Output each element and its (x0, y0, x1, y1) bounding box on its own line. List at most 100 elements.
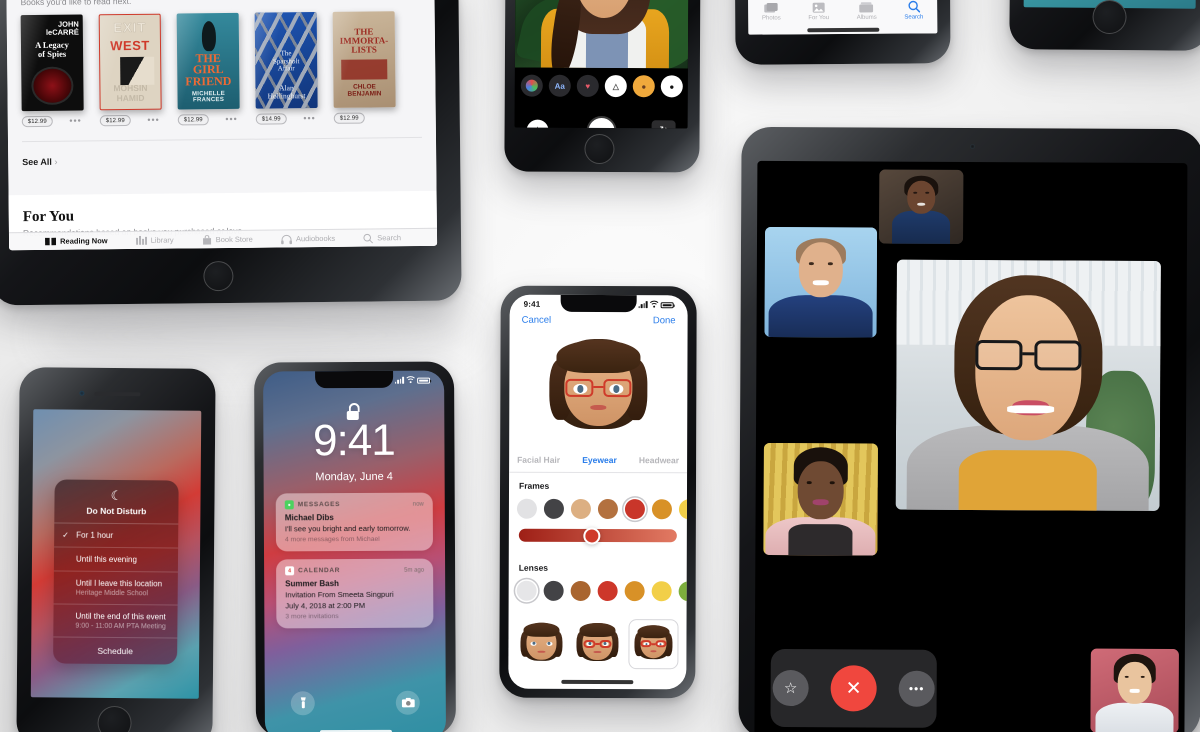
facetime-tile-left-upper[interactable] (764, 226, 878, 338)
flashlight-button[interactable] (290, 691, 315, 716)
lens-color-swatch-1[interactable] (543, 580, 564, 601)
home-indicator[interactable] (806, 27, 879, 33)
frame-color-swatch-5[interactable] (651, 499, 672, 520)
home-button[interactable] (1092, 0, 1127, 35)
camera-controls[interactable]: ✸ ↻ (514, 103, 688, 129)
tab-audiobooks[interactable]: Audiobooks (280, 233, 335, 244)
memoji-variant-red-glasses[interactable] (572, 619, 622, 669)
book-item[interactable]: THEIMMORTA-LISTS CHLOEBENJAMIN $12.99 ••… (332, 11, 396, 124)
iphone-memoji-editor-device[interactable]: 9:41 Cancel Done Facial Hair Eyewear Hea… (499, 285, 697, 699)
frames-color-slider[interactable] (518, 526, 677, 545)
see-all-row[interactable]: See All › (21, 136, 423, 171)
ipad-books-screen[interactable]: Want To Read Books you'd like to read ne… (6, 0, 438, 251)
effects-button[interactable]: ☆ (772, 669, 809, 707)
iphone-lock-screen-device[interactable]: 9:41 Monday, June 4 ● MESSAGES now Micha… (254, 361, 456, 732)
book-price[interactable]: $12.99 (21, 115, 53, 128)
book-item[interactable]: EXIT WEST MOHSINHAMID $12.99 ••• (98, 13, 162, 127)
memoji-preview[interactable] (509, 331, 687, 448)
home-indicator[interactable] (561, 679, 634, 685)
book-price[interactable]: $12.99 (177, 114, 209, 126)
lens-color-swatch-4[interactable] (624, 581, 645, 602)
facetime-tile-top[interactable] (878, 169, 964, 244)
lock-screen[interactable]: 9:41 Monday, June 4 ● MESSAGES now Micha… (263, 370, 447, 732)
photos-screen[interactable]: Memory Photos For You Albums Search (747, 0, 938, 35)
tab-book-store[interactable]: Book Store (202, 234, 253, 245)
frame-color-swatch-0[interactable] (516, 498, 537, 519)
facetime-screen[interactable]: ☆ ✕ ••• (754, 160, 1188, 732)
iphone-messages-camera-device[interactable]: Aa ♥ △ ● ● ● ✸ ↻ (504, 0, 701, 173)
ipad-books-device[interactable]: Want To Read Books you'd like to read ne… (0, 0, 462, 306)
book-more-icon[interactable]: ••• (225, 114, 238, 124)
tab-library[interactable]: Library (135, 236, 174, 245)
iphone-do-not-disturb-device[interactable]: ☾ Do Not Disturb ✓ For 1 hour Until this… (16, 367, 216, 732)
dnd-option-until-end-of-event[interactable]: Until the end of this event 9:00 - 11:00… (53, 604, 178, 639)
book-item[interactable]: TheSparsholtAffair AlanHollinghurst $14.… (254, 12, 318, 125)
lens-color-swatch-5[interactable] (651, 581, 672, 602)
book-price[interactable]: $14.99 (255, 113, 287, 125)
lens-color-swatch-0-selected[interactable] (516, 580, 537, 601)
tab-eyewear[interactable]: Eyewear (582, 454, 617, 464)
frame-color-swatch-4-selected[interactable] (624, 499, 645, 520)
cancel-button[interactable]: Cancel (522, 315, 552, 326)
lens-color-swatch-2[interactable] (570, 580, 591, 601)
shutter-button[interactable] (585, 115, 617, 129)
memoji-nav-bar[interactable]: Cancel Done (510, 315, 688, 327)
lenses-swatch-row[interactable] (516, 580, 688, 602)
frame-color-swatch-1[interactable] (543, 498, 564, 519)
book-item[interactable]: JOHNleCARRÉ A Legacyof Spies $12.99 ••• (20, 14, 84, 128)
lens-color-swatch-3[interactable] (597, 580, 618, 602)
frame-color-swatch-3[interactable] (597, 498, 618, 520)
book-more-icon[interactable]: ••• (303, 113, 316, 123)
facetime-controls-bar[interactable]: ☆ ✕ ••• (770, 648, 937, 728)
notification-more[interactable]: 4 more messages from Michael (285, 536, 424, 543)
home-button[interactable] (203, 260, 234, 292)
see-all-link[interactable]: See All › (22, 157, 57, 167)
slider-knob[interactable] (582, 526, 601, 545)
shapes-effect-icon[interactable]: ♥ (576, 74, 599, 97)
done-button[interactable]: Done (653, 315, 676, 326)
memoji-variant-selected[interactable] (628, 619, 679, 670)
book-cover[interactable]: THEGIRLFRIEND MICHELLE FRANCES (176, 12, 240, 110)
flip-camera-button[interactable]: ↻ (651, 120, 676, 129)
memoji-variant-row[interactable] (516, 619, 679, 670)
tab-headwear[interactable]: Headwear (639, 455, 679, 465)
tab-search[interactable]: Search (363, 233, 401, 243)
iphone-home-screen-device[interactable] (1009, 0, 1200, 51)
book-cover[interactable]: EXIT WEST MOHSINHAMID (98, 13, 162, 111)
iphone-photos-memory-device[interactable]: Memory Photos For You Albums Search (734, 0, 951, 65)
dnd-option-until-leave-location[interactable]: Until I leave this location Heritage Mid… (53, 571, 178, 606)
tab-search[interactable]: Search (904, 0, 923, 21)
text-effect-icon[interactable]: Aa (548, 74, 571, 97)
memoji-screen[interactable]: 9:41 Cancel Done Facial Hair Eyewear Hea… (508, 294, 688, 690)
effects-button[interactable]: ✸ (526, 119, 549, 129)
tab-photos[interactable]: Photos (762, 2, 781, 21)
more-options-button[interactable]: ••• (898, 670, 935, 707)
book-cover[interactable]: JOHNleCARRÉ A Legacyof Spies (20, 14, 84, 112)
book-cover[interactable]: THEIMMORTA-LISTS CHLOEBENJAMIN (332, 11, 396, 108)
ipad-facetime-device[interactable]: ☆ ✕ ••• (738, 126, 1200, 732)
memoji-variant-no-glasses[interactable] (516, 619, 566, 669)
book-item[interactable]: THEGIRLFRIEND MICHELLE FRANCES $12.99 ••… (176, 12, 240, 126)
panda-sticker-icon[interactable]: ● (660, 75, 683, 98)
tab-reading-now[interactable]: Reading Now (45, 236, 108, 246)
facetime-tile-bottom-right[interactable] (1090, 648, 1179, 732)
frame-color-swatch-6[interactable] (678, 499, 688, 520)
filters-effect-icon[interactable] (520, 74, 543, 97)
facetime-tile-main-speaker[interactable] (895, 259, 1161, 511)
home-button[interactable] (584, 133, 615, 165)
end-call-button[interactable]: ✕ (830, 665, 877, 712)
dnd-screen[interactable]: ☾ Do Not Disturb ✓ For 1 hour Until this… (30, 409, 202, 699)
book-more-icon[interactable]: ••• (69, 115, 82, 125)
burger-sticker-icon[interactable]: ● (632, 75, 655, 98)
lens-color-swatch-6[interactable] (678, 581, 688, 602)
book-cover[interactable]: TheSparsholtAffair AlanHollinghurst (254, 12, 318, 109)
camera-effects-toolbar[interactable]: Aa ♥ △ ● ● ● (514, 67, 688, 105)
notification-messages[interactable]: ● MESSAGES now Michael Dibs I'll see you… (275, 492, 434, 552)
facetime-tile-left-lower[interactable] (763, 442, 878, 556)
book-price[interactable]: $12.99 (99, 114, 131, 127)
do-not-disturb-panel[interactable]: ☾ Do Not Disturb ✓ For 1 hour Until this… (53, 479, 179, 665)
frames-swatch-row[interactable] (516, 498, 688, 520)
camera-viewfinder[interactable] (514, 0, 689, 69)
lock-screen-shortcuts[interactable] (265, 690, 446, 716)
tab-for-you[interactable]: For You (808, 2, 829, 21)
